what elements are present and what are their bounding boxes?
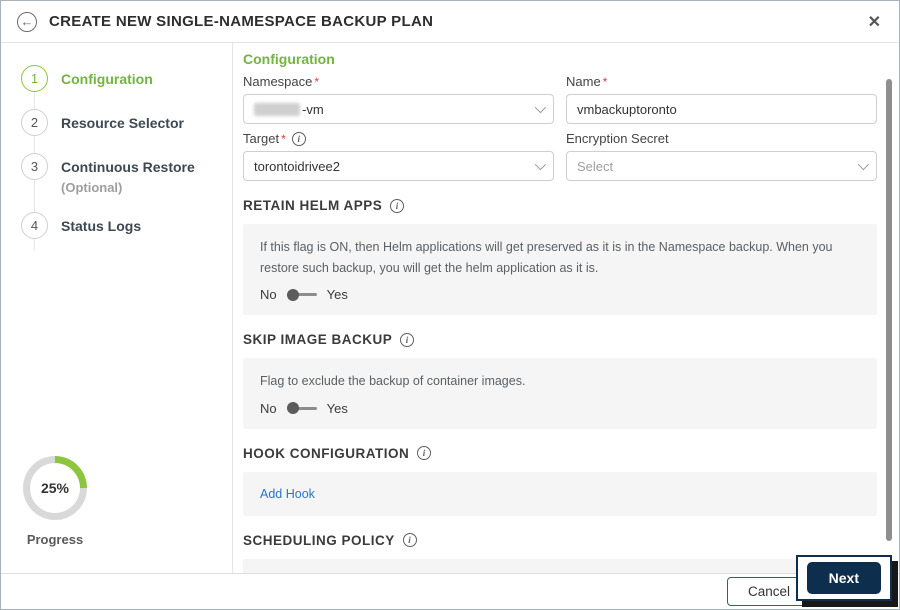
info-icon[interactable]: i — [417, 446, 432, 461]
namespace-value-suffix: -vm — [302, 101, 324, 117]
dialog-footer: Cancel — [1, 573, 899, 609]
required-asterisk: * — [602, 74, 608, 89]
next-button-highlight-box: Next — [795, 555, 892, 601]
hook-configuration-title: HOOK CONFIGURATION i — [243, 446, 877, 461]
next-button[interactable]: Next — [806, 562, 881, 594]
chevron-down-icon — [857, 158, 870, 171]
toggle-yes-label: Yes — [326, 400, 348, 416]
add-hook-link[interactable]: Add Hook — [260, 487, 315, 501]
info-icon[interactable]: i — [390, 198, 405, 213]
toggle-yes-label: Yes — [326, 287, 348, 303]
target-label: Target * i — [243, 131, 554, 146]
encryption-secret-select[interactable]: Select — [566, 151, 877, 181]
step-label: Status Logs — [61, 217, 142, 234]
step-number: 3 — [21, 153, 48, 180]
step-optional-sublabel: (Optional) — [61, 180, 123, 195]
info-icon[interactable]: i — [291, 131, 306, 146]
step-label: Continuous Restore — [61, 158, 195, 175]
step-label: Resource Selector — [61, 114, 184, 131]
step-number: 4 — [21, 212, 48, 239]
page-title: CREATE NEW SINGLE-NAMESPACE BACKUP PLAN — [49, 13, 434, 30]
required-asterisk: * — [281, 131, 286, 146]
full-backup-description: Full Backup: Adding a full backup policy… — [260, 572, 860, 573]
back-arrow-icon: ← — [20, 14, 34, 29]
skip-image-backup-description: Flag to exclude the backup of container … — [260, 374, 526, 389]
step-status-logs[interactable]: 4 Status Logs — [21, 212, 232, 239]
target-select[interactable]: torontoidrivee2 — [243, 151, 554, 181]
encryption-secret-placeholder: Select — [577, 158, 614, 174]
step-number: 2 — [21, 109, 48, 136]
skip-image-backup-panel: Flag to exclude the backup of container … — [243, 358, 877, 429]
step-resource-selector[interactable]: 2 Resource Selector — [21, 109, 232, 136]
namespace-label: Namespace * — [243, 74, 320, 89]
info-icon[interactable]: i — [402, 533, 417, 548]
close-button[interactable]: ✕ — [868, 12, 881, 32]
chevron-down-icon — [534, 101, 547, 114]
step-continuous-restore[interactable]: 3 Continuous Restore — [21, 153, 232, 180]
progress-label: Progress — [26, 532, 84, 547]
chevron-down-icon — [534, 158, 547, 171]
scrollbar-thumb[interactable] — [886, 79, 892, 541]
step-number: 1 — [21, 65, 48, 92]
required-asterisk: * — [314, 74, 320, 89]
configuration-heading: Configuration — [243, 51, 335, 67]
retain-helm-apps-panel: If this flag is ON, then Helm applicatio… — [243, 224, 877, 316]
scheduling-policy-panel: Full Backup: Adding a full backup policy… — [243, 558, 877, 573]
steps-sidebar: 1 Configuration 2 Resource Selector 3 Co… — [1, 43, 233, 573]
dialog-header: ← CREATE NEW SINGLE-NAMESPACE BACKUP PLA… — [1, 1, 899, 43]
progress-donut: 25% — [23, 456, 87, 520]
progress-indicator: 25% Progress — [23, 456, 87, 547]
toggle-knob — [286, 288, 299, 301]
redacted-namespace-value — [254, 102, 300, 116]
skip-image-backup-toggle[interactable] — [286, 402, 317, 415]
name-label: Name * — [566, 74, 608, 89]
back-button[interactable]: ← — [17, 11, 37, 32]
toggle-no-label: No — [260, 287, 277, 303]
retain-helm-apps-toggle[interactable] — [286, 288, 317, 301]
encryption-secret-label: Encryption Secret — [566, 131, 669, 146]
create-backup-plan-dialog: ← CREATE NEW SINGLE-NAMESPACE BACKUP PLA… — [0, 0, 900, 610]
skip-image-backup-title: SKIP IMAGE BACKUP i — [243, 332, 877, 347]
namespace-select[interactable]: -vm — [243, 94, 554, 124]
info-icon[interactable]: i — [400, 332, 415, 347]
retain-helm-apps-description: If this flag is ON, then Helm applicatio… — [260, 240, 833, 275]
step-label: Configuration — [61, 70, 153, 87]
step-configuration[interactable]: 1 Configuration — [21, 65, 232, 92]
name-input[interactable] — [566, 94, 877, 124]
target-value: torontoidrivee2 — [254, 158, 340, 174]
toggle-knob — [286, 402, 299, 415]
configuration-panel: Configuration Namespace * -vm Name * vmb… — [233, 43, 899, 573]
progress-percent: 25% — [30, 463, 80, 513]
retain-helm-apps-title: RETAIN HELM APPS i — [243, 198, 877, 213]
toggle-no-label: No — [260, 400, 277, 416]
close-icon: ✕ — [867, 13, 881, 31]
hook-configuration-panel: Add Hook — [243, 471, 877, 516]
scheduling-policy-title: SCHEDULING POLICY i — [243, 533, 877, 548]
